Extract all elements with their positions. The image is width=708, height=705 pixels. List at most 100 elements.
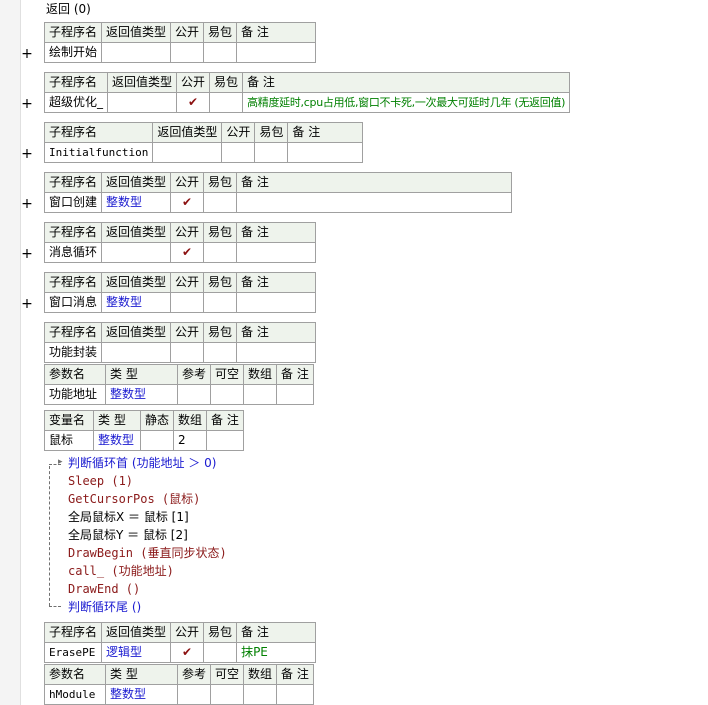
sub-note[interactable] — [236, 342, 317, 363]
sub-epkg[interactable] — [203, 342, 238, 363]
hdr-epkg: 易包 — [254, 122, 289, 143]
hdr-public: 公开 — [170, 22, 205, 43]
sub-ret[interactable]: 整数型 — [101, 192, 172, 213]
sub-name[interactable]: 消息循环 — [43, 242, 103, 263]
code-getcursor[interactable]: GetCursorPos (鼠标) — [68, 490, 200, 508]
hdr-public: 公开 — [170, 622, 205, 643]
sub-epkg[interactable] — [203, 242, 238, 263]
sub-note[interactable] — [236, 292, 317, 313]
sub-epkg[interactable] — [203, 192, 238, 213]
expand-sub-1[interactable]: + — [21, 47, 33, 61]
hdr-note: 备 注 — [236, 172, 513, 193]
sub-public[interactable] — [170, 342, 205, 363]
sub-epkg[interactable] — [203, 292, 238, 313]
hdr-sub-name: 子程序名 — [43, 22, 103, 43]
hdr-sub-name: 子程序名 — [43, 622, 103, 643]
sub-name[interactable]: ErasePE — [43, 642, 103, 663]
param-null[interactable] — [210, 684, 245, 705]
param-ref[interactable] — [176, 384, 212, 405]
sub-name[interactable]: 绘制开始 — [43, 42, 103, 63]
sub-public[interactable] — [170, 42, 205, 63]
public-check-icon[interactable]: ✔ — [176, 92, 211, 113]
param-type[interactable]: 整数型 — [105, 684, 178, 705]
hdr-param-array: 数组 — [243, 664, 278, 685]
hdr-note: 备 注 — [236, 272, 317, 293]
arrow-right-icon: ▸ — [58, 457, 63, 467]
hdr-epkg: 易包 — [203, 172, 238, 193]
hdr-note: 备 注 — [287, 122, 364, 143]
expand-sub-6[interactable]: + — [21, 297, 33, 311]
sub-epkg[interactable] — [209, 92, 244, 113]
sub-note[interactable] — [236, 192, 513, 213]
var-type[interactable]: 整数型 — [93, 430, 141, 451]
hdr-param-name: 参数名 — [44, 664, 106, 685]
sub-table-4: 子程序名 返回值类型 公开 易包 备 注 窗口创建 整数型 ✔ — [43, 172, 513, 213]
hdr-ret-type: 返回值类型 — [101, 622, 172, 643]
param-array[interactable] — [243, 384, 278, 405]
sub-ret[interactable] — [101, 342, 172, 363]
sub-epkg[interactable] — [203, 42, 238, 63]
sub-epkg[interactable] — [254, 142, 289, 163]
sub-ret[interactable]: 整数型 — [101, 292, 172, 313]
param-null[interactable] — [210, 384, 245, 405]
param-name[interactable]: hModule — [44, 684, 106, 705]
public-check-icon[interactable]: ✔ — [170, 242, 205, 263]
code-loop-tail[interactable]: 判断循环尾 () — [68, 598, 141, 616]
public-check-icon[interactable]: ✔ — [170, 192, 205, 213]
code-set-x[interactable]: 全局鼠标X ＝ 鼠标 [1] — [68, 508, 189, 526]
sub-public[interactable] — [221, 142, 256, 163]
param-array[interactable] — [243, 684, 278, 705]
hdr-param-note: 备 注 — [276, 364, 314, 385]
var-note[interactable] — [206, 430, 244, 451]
sub-epkg[interactable] — [203, 642, 238, 663]
loop-flow-line — [49, 466, 50, 606]
sub-note[interactable] — [236, 242, 317, 263]
sub-table-6: 子程序名 返回值类型 公开 易包 备 注 窗口消息 整数型 — [43, 272, 317, 313]
sub-ret[interactable]: 逻辑型 — [101, 642, 172, 663]
sub-note[interactable] — [287, 142, 364, 163]
var-name[interactable]: 鼠标 — [44, 430, 94, 451]
sub-note[interactable]: 抹PE — [236, 642, 317, 663]
hdr-public: 公开 — [221, 122, 256, 143]
expand-sub-5[interactable]: + — [21, 247, 33, 261]
code-drawend[interactable]: DrawEnd () — [68, 580, 140, 598]
param-type[interactable]: 整数型 — [105, 384, 178, 405]
hdr-epkg: 易包 — [203, 222, 238, 243]
public-check-icon[interactable]: ✔ — [170, 642, 205, 663]
sub-ret[interactable] — [107, 92, 178, 113]
code-drawbegin[interactable]: DrawBegin (垂直同步状态) — [68, 544, 227, 562]
code-loop-head[interactable]: 判断循环首 (功能地址 ＞ 0) — [68, 454, 216, 472]
hdr-public: 公开 — [176, 72, 211, 93]
sub-public[interactable] — [170, 292, 205, 313]
hdr-param-array: 数组 — [243, 364, 278, 385]
hdr-param-type: 类 型 — [105, 364, 178, 385]
hdr-var-name: 变量名 — [44, 410, 94, 431]
sub-note[interactable] — [236, 42, 317, 63]
var-array[interactable]: 2 — [173, 430, 208, 451]
sub-name[interactable]: 窗口消息 — [43, 292, 103, 313]
param-note[interactable] — [276, 684, 314, 705]
hdr-note: 备 注 — [236, 622, 317, 643]
code-sleep[interactable]: Sleep (1) — [68, 472, 133, 490]
param-note[interactable] — [276, 384, 314, 405]
sub-note[interactable]: 高精度延时,cpu占用低,窗口不卡死,一次最大可延时几年 (无返回值) — [242, 92, 571, 113]
expand-sub-3[interactable]: + — [21, 147, 33, 161]
sub-name[interactable]: Initialfunction — [43, 142, 154, 163]
sub-ret[interactable] — [101, 42, 172, 63]
param-ref[interactable] — [176, 684, 212, 705]
code-set-y[interactable]: 全局鼠标Y ＝ 鼠标 [2] — [68, 526, 188, 544]
hdr-sub-name: 子程序名 — [43, 272, 103, 293]
sub-ret[interactable] — [101, 242, 172, 263]
sub-name[interactable]: 窗口创建 — [43, 192, 103, 213]
sub-name[interactable]: 功能封装 — [43, 342, 103, 363]
sub-ret[interactable] — [152, 142, 223, 163]
hdr-note: 备 注 — [236, 22, 317, 43]
back-link[interactable]: 返回 (0) — [46, 0, 91, 17]
param-name[interactable]: 功能地址 — [44, 384, 106, 405]
hdr-param-ref: 参考 — [176, 664, 212, 685]
sub-name[interactable]: 超级优化_ — [43, 92, 109, 113]
expand-sub-2[interactable]: + — [21, 97, 33, 111]
expand-sub-4[interactable]: + — [21, 197, 33, 211]
var-static[interactable] — [139, 430, 175, 451]
code-call[interactable]: call_ (功能地址) — [68, 562, 174, 580]
